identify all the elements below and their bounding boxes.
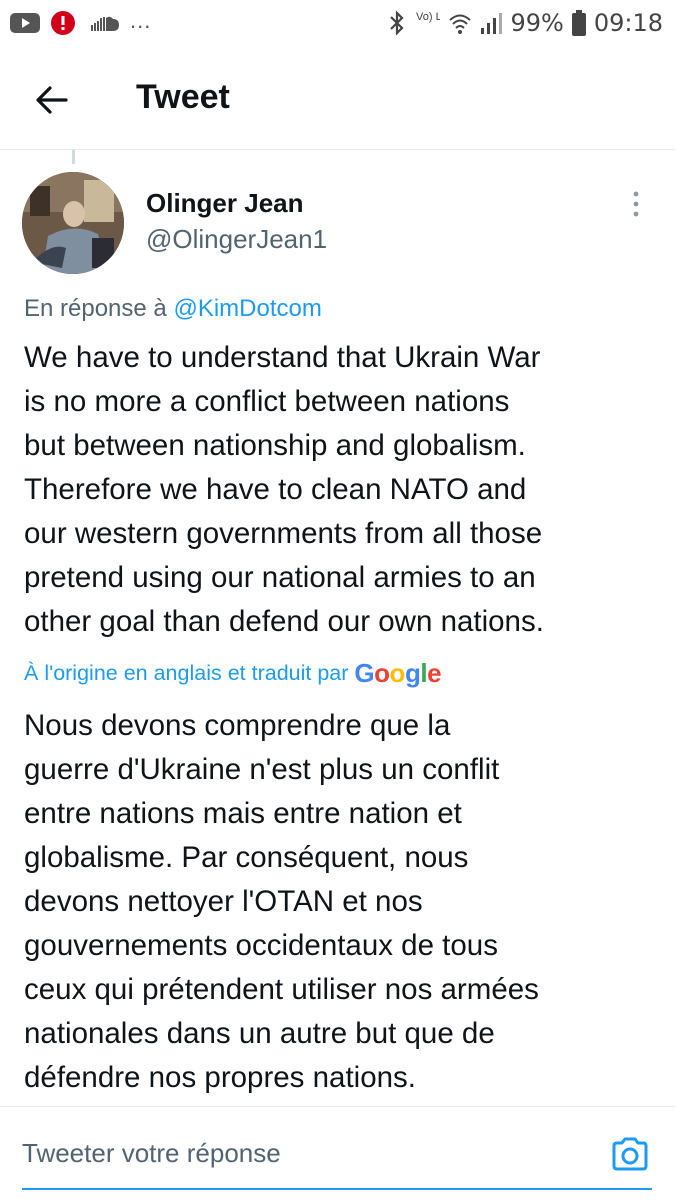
translation-attribution[interactable]: À l'origine en anglais et traduit par Go… (24, 658, 442, 689)
camera-button[interactable] (610, 1136, 650, 1172)
soundcloud-icon (86, 13, 120, 33)
status-bar-notifications: ... (10, 8, 152, 36)
reply-input-underline (22, 1188, 652, 1190)
tweet-text-line: but between nationship and globalism. (24, 429, 526, 462)
youtube-icon (10, 12, 40, 34)
header-divider (0, 149, 675, 150)
tweet-text-line: We have to understand that Ukrain War (24, 341, 541, 374)
vertical-dots-icon (633, 191, 639, 217)
tweet-text-line: other goal than defend our own nations. (24, 605, 544, 638)
google-logo: Google (354, 658, 442, 688)
status-bar: ... Vo) LTE 99% 09:18 (0, 0, 675, 46)
more-notifications-indicator: ... (130, 8, 152, 33)
signal-icon (480, 11, 503, 35)
tweet-text-line: is no more a conflict between nations (24, 385, 510, 418)
clock: 09:18 (593, 9, 663, 37)
translated-text-line: défendre nos propres nations. (24, 1061, 416, 1094)
translated-text-line: nationales dans un autre but que de (24, 1017, 495, 1050)
status-bar-system: Vo) LTE 99% 09:18 (388, 8, 663, 38)
author-handle[interactable]: @OlingerJean1 (146, 224, 327, 255)
tweet-text-line: our western governments from all those (24, 517, 543, 550)
reply-context: En réponse à @KimDotcom (24, 295, 322, 323)
reply-prefix: En réponse à (24, 295, 167, 322)
volte-icon: Vo) LTE (414, 8, 440, 38)
reply-bar-divider (0, 1106, 675, 1107)
translated-text-line: guerre d'Ukraine n'est plus un conflit (24, 753, 500, 786)
avatar[interactable] (22, 172, 124, 274)
tweet-text-line: Therefore we have to clean NATO and (24, 473, 527, 506)
translated-text-line: ceux qui prétendent utiliser nos armées (24, 973, 539, 1006)
arrow-left-icon (36, 86, 68, 114)
tweet-text: We have to understand that Ukrain War is… (24, 336, 664, 644)
author-name[interactable]: Olinger Jean (146, 188, 304, 219)
reply-input[interactable] (22, 1128, 582, 1178)
translated-text-line: devons nettoyer l'OTAN et nos (24, 885, 423, 918)
translated-text-line: entre nations mais entre nation et (24, 797, 462, 830)
camera-icon (612, 1137, 648, 1171)
svg-text:Vo) LTE: Vo) LTE (416, 11, 440, 23)
page-title: Tweet (136, 78, 230, 116)
alert-icon (50, 10, 76, 36)
top-app-bar: Tweet (0, 60, 675, 140)
bluetooth-icon (388, 10, 406, 36)
translated-text: Nous devons comprendre que la guerre d'U… (24, 704, 664, 1100)
battery-icon (571, 10, 586, 36)
translation-attribution-label: À l'origine en anglais et traduit par (24, 661, 349, 685)
reply-mention-link[interactable]: @KimDotcom (173, 295, 321, 322)
thread-connector-line (72, 150, 75, 164)
translated-text-line: gouvernements occidentaux de tous (24, 929, 498, 962)
battery-percent: 99% (510, 9, 564, 37)
translated-text-line: globalisme. Par conséquent, nous (24, 841, 469, 874)
tweet-text-line: pretend using our national armies to an (24, 561, 536, 594)
translated-text-line: Nous devons comprendre que la (24, 709, 451, 742)
wifi-icon (448, 11, 472, 35)
more-options-button[interactable] (626, 190, 646, 220)
back-button[interactable] (34, 82, 70, 118)
